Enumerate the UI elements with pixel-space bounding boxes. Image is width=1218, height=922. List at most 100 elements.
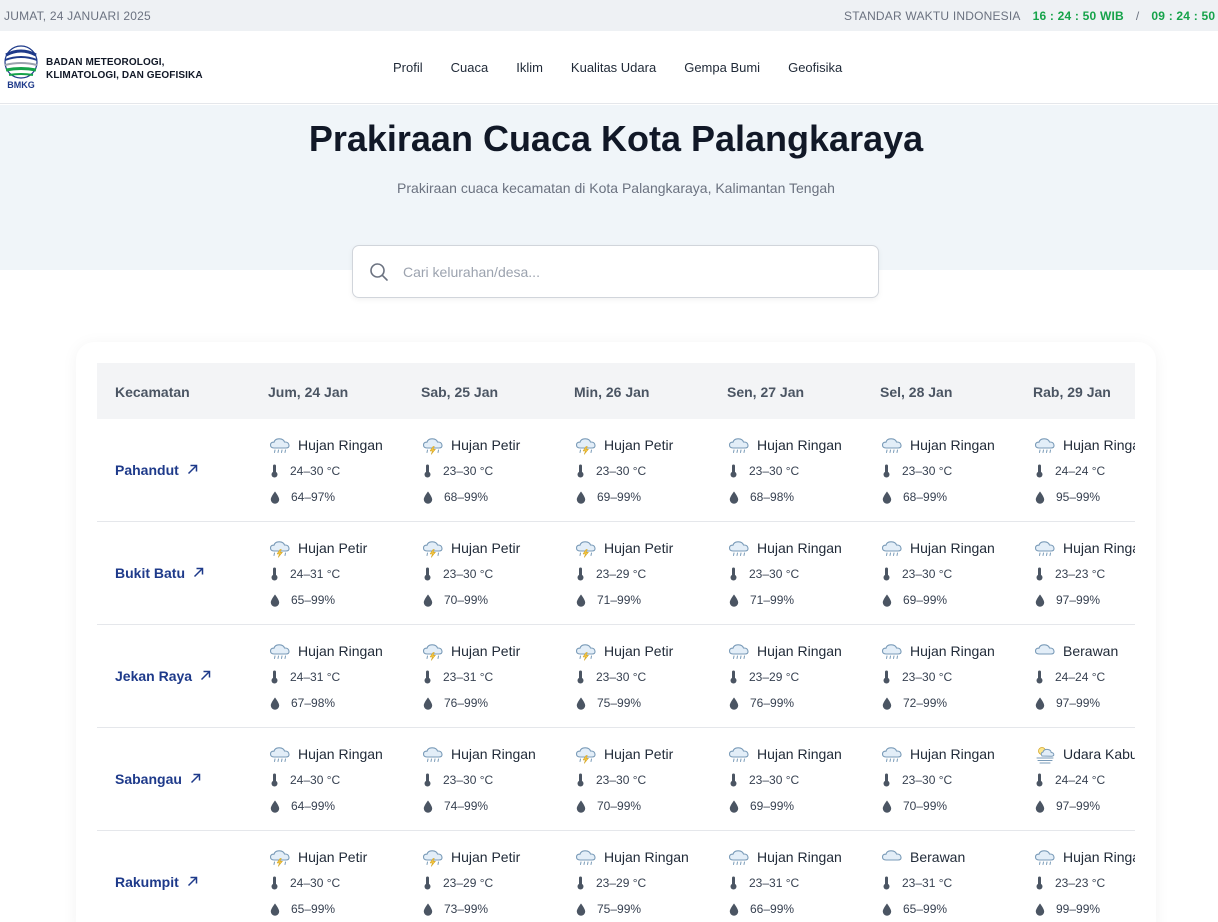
weather-condition: Hujan Petir [421,434,520,456]
thermometer-icon [577,670,584,684]
temperature-value: 23–31 °C [443,670,494,684]
thermometer-icon [424,567,431,581]
forecast-table[interactable]: Kecamatan Jum, 24 Jan Sab, 25 Jan Min, 2… [97,363,1135,922]
nav-gempa-bumi[interactable]: Gempa Bumi [684,60,760,75]
forecast-cell: Hujan Ringan 23–29 °C 76–99% [727,625,877,728]
bmkg-logo[interactable]: BMKG [3,44,39,90]
kecamatan-link[interactable]: Sabangau [115,771,201,787]
table-row: Bukit Batu Hujan Petir 24–31 °C 65–99% Hujan… [97,522,1135,625]
humidity-drop-icon [1035,491,1045,504]
humidity-range: 67–98% [270,696,335,710]
cloud-weather-icon [1033,641,1057,661]
nav-kualitas-udara[interactable]: Kualitas Udara [571,60,656,75]
kecamatan-link[interactable]: Bukit Batu [115,565,204,581]
kecamatan-link[interactable]: Rakumpit [115,874,198,890]
humidity-value: 68–99% [444,490,489,504]
temperature-value: 24–31 °C [290,567,341,581]
nav-geofisika[interactable]: Geofisika [788,60,842,75]
forecast-cell: Hujan Ringan 23–30 °C 69–99% [880,522,1030,625]
humidity-drop-icon [423,800,433,813]
current-date: JUMAT, 24 JANUARI 2025 [4,8,151,23]
humidity-range: 73–99% [423,902,488,916]
rain-weather-icon [727,641,751,661]
humidity-range: 70–99% [576,799,641,813]
kecamatan-link[interactable]: Jekan Raya [115,668,211,684]
humidity-drop-icon [1035,594,1045,607]
rain-weather-icon [1033,538,1057,558]
external-link-arrow-icon [200,668,211,684]
thermometer-icon [577,464,584,478]
humidity-drop-icon [882,697,892,710]
humidity-drop-icon [576,903,586,916]
humidity-range: 70–99% [423,593,488,607]
temperature-value: 23–30 °C [443,567,494,581]
humidity-value: 76–99% [444,696,489,710]
site-header: BMKG BADAN METEOROLOGI, KLIMATOLOGI, DAN… [0,31,1218,104]
humidity-range: 74–99% [423,799,488,813]
organization-name: BADAN METEOROLOGI, KLIMATOLOGI, DAN GEOF… [46,56,203,82]
thermometer-icon [577,876,584,890]
temperature-range: 23–31 °C [882,876,952,890]
storm-weather-icon [574,744,598,764]
temperature-value: 23–30 °C [902,773,953,787]
condition-text: Hujan Ringan [910,643,995,659]
temperature-value: 23–23 °C [1055,876,1106,890]
humidity-range: 75–99% [576,696,641,710]
temperature-range: 23–30 °C [882,670,952,684]
thermometer-icon [883,670,890,684]
forecast-cell: Hujan Ringan 23–30 °C 71–99% [727,522,877,625]
forecast-cell: Hujan Petir 23–30 °C 70–99% [574,728,724,831]
thermometer-icon [883,773,890,787]
forecast-cell: Hujan Ringan 23–30 °C 70–99% [880,728,1030,831]
humidity-drop-icon [270,697,280,710]
forecast-cell: Hujan Ringan 23–30 °C 68–98% [727,419,877,522]
condition-text: Hujan Petir [604,437,674,453]
weather-condition: Hujan Ringan [1033,434,1135,456]
temperature-range: 23–30 °C [729,773,799,787]
humidity-drop-icon [882,903,892,916]
thermometer-icon [730,464,737,478]
temperature-range: 23–29 °C [729,670,799,684]
humidity-drop-icon [882,491,892,504]
humidity-range: 66–99% [729,902,794,916]
humidity-range: 71–99% [729,593,794,607]
nav-iklim[interactable]: Iklim [516,60,543,75]
condition-text: Hujan Petir [604,746,674,762]
thermometer-icon [1036,876,1043,890]
temperature-range: 23–30 °C [882,567,952,581]
temperature-range: 24–30 °C [270,876,340,890]
humidity-value: 69–99% [597,490,642,504]
forecast-cell: Hujan Ringan 24–30 °C 64–97% [268,419,418,522]
humidity-value: 97–99% [1056,799,1101,813]
forecast-cell: Hujan Ringan 23–31 °C 66–99% [727,831,877,922]
storm-weather-icon [268,538,292,558]
header-day-4: Sen, 27 Jan [727,384,805,400]
condition-text: Hujan Petir [604,540,674,556]
search-input[interactable] [403,260,863,284]
kecamatan-link[interactable]: Pahandut [115,462,198,478]
humidity-drop-icon [729,491,739,504]
condition-text: Hujan Ringan [910,437,995,453]
temperature-range: 24–30 °C [270,464,340,478]
temperature-value: 23–30 °C [749,773,800,787]
rain-weather-icon [574,847,598,867]
rain-weather-icon [268,435,292,455]
thermometer-icon [271,876,278,890]
forecast-cell: Hujan Ringan 24–24 °C 95–99% [1033,419,1135,522]
nav-cuaca[interactable]: Cuaca [451,60,489,75]
storm-weather-icon [421,641,445,661]
search-box[interactable] [352,245,879,298]
weather-condition: Hujan Ringan [727,743,842,765]
rain-weather-icon [421,744,445,764]
thermometer-icon [424,670,431,684]
thermometer-icon [730,670,737,684]
header-day-6: Rab, 29 Jan [1033,384,1111,400]
temperature-value: 23–31 °C [902,876,953,890]
header-day-5: Sel, 28 Jan [880,384,953,400]
humidity-value: 70–99% [597,799,642,813]
nav-profil[interactable]: Profil [393,60,423,75]
storm-weather-icon [574,538,598,558]
temperature-range: 24–24 °C [1035,464,1105,478]
time-wib: 16 : 24 : 50 WIB [1032,8,1124,23]
weather-condition: Hujan Ringan [268,434,383,456]
